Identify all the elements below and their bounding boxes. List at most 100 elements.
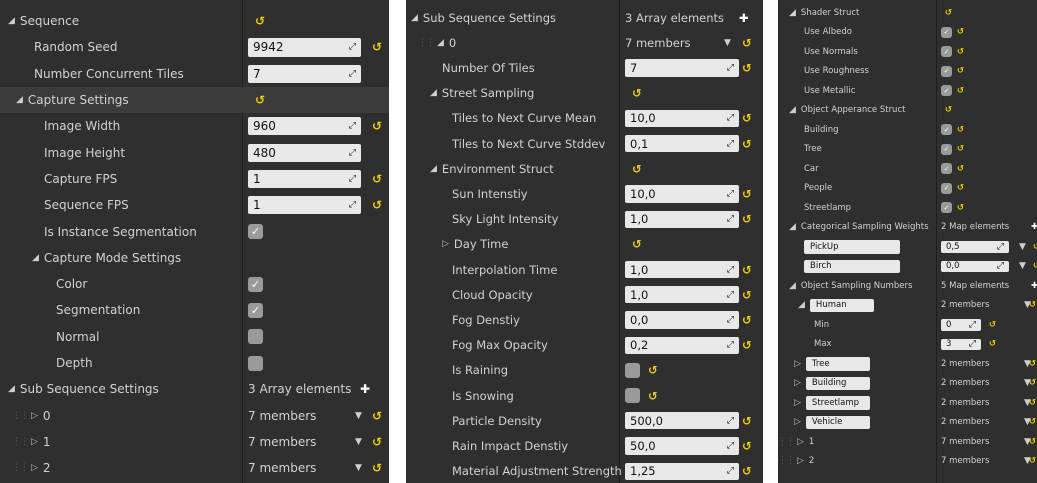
reset-to-default-icon[interactable]: ↺ [742, 313, 752, 327]
edit-arrows-icon[interactable]: ⤢ [727, 189, 734, 199]
expand-triangle-icon[interactable]: ◢ [8, 16, 15, 26]
drag-handle-icon[interactable]: ⋮⋮ [418, 38, 435, 48]
reset-to-default-icon[interactable]: ↺ [742, 414, 752, 428]
reset-to-default-icon[interactable]: ↺ [989, 339, 996, 349]
reset-to-default-icon[interactable]: ↺ [1029, 456, 1036, 466]
reset-to-default-icon[interactable]: ↺ [945, 8, 952, 18]
dropdown-arrow-icon[interactable]: ▼ [355, 463, 362, 473]
reset-to-default-icon[interactable]: ↺ [989, 320, 996, 330]
reset-to-default-icon[interactable]: ↺ [255, 14, 265, 28]
cloud-opacity-input[interactable]: 1,0 ⤢ [625, 286, 739, 304]
reset-to-default-icon[interactable]: ↺ [742, 137, 752, 151]
material-adjustment-strength-input[interactable]: 1,25 ⤢ [625, 462, 739, 480]
particle-density-input[interactable]: 500,0 ⤢ [625, 412, 739, 430]
reset-to-default-icon[interactable]: ↺ [372, 172, 382, 186]
edit-arrows-icon[interactable]: ⤢ [727, 441, 734, 451]
edit-arrows-icon[interactable]: ⤢ [727, 340, 734, 350]
reset-to-default-icon[interactable]: ↺ [957, 27, 964, 37]
reset-to-default-icon[interactable]: ↺ [742, 36, 752, 50]
car-checkbox[interactable]: ✓ [941, 163, 952, 175]
sun-intenstiy-input[interactable]: 10,0 ⤢ [625, 185, 739, 203]
edit-arrows-icon[interactable]: ⤢ [997, 242, 1004, 252]
reset-to-default-icon[interactable]: ↺ [632, 237, 642, 251]
edit-arrows-icon[interactable]: ⤢ [727, 290, 734, 300]
reset-to-default-icon[interactable]: ↺ [648, 363, 658, 377]
min-input[interactable]: 0 ⤢ [941, 319, 981, 331]
capture-fps-input[interactable]: 1 ⤢ [248, 169, 361, 189]
expand-triangle-icon[interactable]: ◢ [8, 384, 15, 394]
reset-to-default-icon[interactable]: ↺ [372, 409, 382, 423]
reset-to-default-icon[interactable]: ↺ [1029, 300, 1036, 310]
tiles-to-next-curve-mean-input[interactable]: 10,0 ⤢ [625, 109, 739, 127]
drag-handle-icon[interactable]: ⋮⋮ [12, 437, 29, 447]
expand-triangle-icon[interactable]: ◢ [798, 300, 805, 310]
image-height-input[interactable]: 480 ⤢ [248, 143, 361, 162]
reset-to-default-icon[interactable]: ↺ [742, 439, 752, 453]
edit-arrows-icon[interactable]: ⤢ [349, 174, 356, 184]
edit-arrows-icon[interactable]: ⤢ [727, 63, 734, 73]
edit-arrows-icon[interactable]: ⤢ [727, 139, 734, 149]
use-albedo-checkbox[interactable]: ✓ [941, 26, 952, 38]
reset-to-default-icon[interactable]: ↺ [742, 187, 752, 201]
segmentation-checkbox[interactable]: ✓ [248, 302, 263, 318]
reset-to-default-icon[interactable]: ↺ [742, 111, 752, 125]
collapse-triangle-icon[interactable]: ▷ [31, 437, 38, 447]
dropdown-arrow-icon[interactable]: ▼ [724, 38, 731, 48]
building-checkbox[interactable]: ✓ [941, 124, 952, 136]
sky-light-intensity-input[interactable]: 1,0 ⤢ [625, 210, 739, 228]
reset-to-default-icon[interactable]: ↺ [742, 61, 752, 75]
reset-to-default-icon[interactable]: ↺ [372, 40, 382, 54]
edit-arrows-icon[interactable]: ⤢ [727, 315, 734, 325]
edit-arrows-icon[interactable]: ⤢ [727, 113, 734, 123]
expand-triangle-icon[interactable]: ◢ [430, 88, 437, 98]
edit-arrows-icon[interactable]: ⤢ [727, 214, 734, 224]
use-roughness-checkbox[interactable]: ✓ [941, 65, 952, 77]
map-key-field[interactable]: Birch [804, 259, 900, 273]
reset-to-default-icon[interactable]: ↺ [957, 86, 964, 96]
use-metallic-checkbox[interactable]: ✓ [941, 85, 952, 97]
edit-arrows-icon[interactable]: ⤢ [349, 121, 356, 131]
reset-to-default-icon[interactable]: ↺ [1029, 378, 1036, 388]
reset-to-default-icon[interactable]: ↺ [1033, 261, 1037, 271]
tree-checkbox[interactable]: ✓ [941, 143, 952, 155]
reset-to-default-icon[interactable]: ↺ [742, 263, 752, 277]
dropdown-arrow-icon[interactable]: ▼ [1019, 242, 1026, 252]
edit-arrows-icon[interactable]: ⤢ [969, 339, 976, 349]
dropdown-arrow-icon[interactable]: ▼ [355, 437, 362, 447]
map-key-field[interactable]: Tree [805, 357, 870, 371]
map-key-field[interactable]: PickUp [804, 240, 900, 254]
edit-arrows-icon[interactable]: ⤢ [727, 466, 734, 476]
fog-denstiy-input[interactable]: 0,0 ⤢ [625, 311, 739, 329]
reset-to-default-icon[interactable]: ↺ [1033, 242, 1037, 252]
map-key-field[interactable]: Vehicle [805, 415, 870, 429]
expand-triangle-icon[interactable]: ◢ [16, 95, 23, 105]
streetlamp-checkbox[interactable]: ✓ [941, 202, 952, 214]
expand-triangle-icon[interactable]: ◢ [411, 13, 418, 23]
reset-to-default-icon[interactable]: ↺ [957, 164, 964, 174]
reset-to-default-icon[interactable]: ↺ [957, 47, 964, 57]
drag-handle-icon[interactable]: ⋮⋮ [12, 411, 29, 421]
collapse-triangle-icon[interactable]: ▷ [31, 411, 38, 421]
reset-to-default-icon[interactable]: ↺ [957, 125, 964, 135]
reset-to-default-icon[interactable]: ↺ [742, 288, 752, 302]
people-checkbox[interactable]: ✓ [941, 182, 952, 194]
fog-max-opacity-input[interactable]: 0,2 ⤢ [625, 336, 739, 354]
interpolation-time-input[interactable]: 1,0 ⤢ [625, 261, 739, 279]
reset-to-default-icon[interactable]: ↺ [957, 203, 964, 213]
edit-arrows-icon[interactable]: ⤢ [727, 265, 734, 275]
reset-to-default-icon[interactable]: ↺ [742, 338, 752, 352]
expand-triangle-icon[interactable]: ◢ [789, 222, 796, 232]
edit-arrows-icon[interactable]: ⤢ [349, 148, 356, 158]
image-width-input[interactable]: 960 ⤢ [248, 117, 361, 136]
depth-checkbox[interactable]: ✓ [248, 355, 263, 371]
tiles-to-next-curve-stddev-input[interactable]: 0,1 ⤢ [625, 135, 739, 153]
rain-impact-denstiy-input[interactable]: 50,0 ⤢ [625, 437, 739, 455]
drag-handle-icon[interactable]: ⋮⋮ [778, 456, 795, 466]
edit-arrows-icon[interactable]: ⤢ [997, 261, 1004, 271]
pickup-input[interactable]: 0,5 ⤢ [941, 241, 1009, 253]
drag-handle-icon[interactable]: ⋮⋮ [12, 463, 29, 473]
is-instance-segmentation-checkbox[interactable]: ✓ [248, 224, 263, 240]
map-key-field[interactable]: Human [809, 298, 874, 312]
dropdown-arrow-icon[interactable]: ▼ [1019, 261, 1026, 271]
number-of-tiles-input[interactable]: 7 ⤢ [625, 59, 739, 77]
